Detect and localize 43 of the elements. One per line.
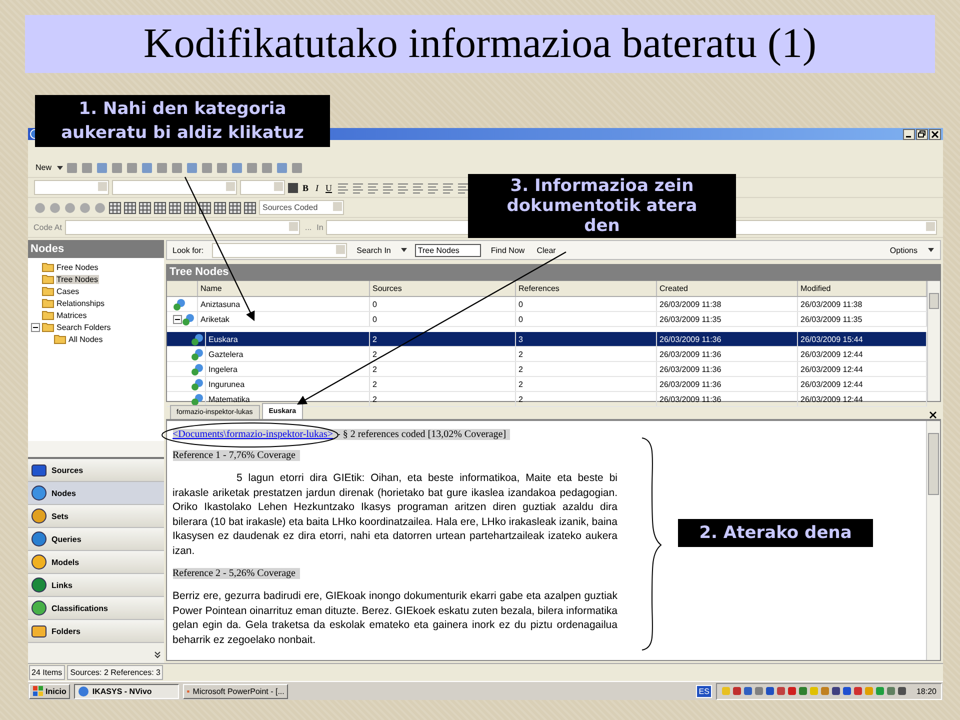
look-for-label: Look for: (172, 246, 204, 254)
table-cell: 2 (370, 332, 516, 346)
reference-text: Berriz ere, gezurra badirudi ere, GIEkoak inongo dokumenturik ekarri gabe eta azalpen guztiak Power Pointean oinarrituz eman dituzte. Berez. GIEkoek eskatu zuten bezala, bilera informatika gelan egin da. Gela traketsa da eskolak emateko eta gainera inork ez du piztu ordenagailua beharrik ez zegoelako nonbait. (172, 589, 618, 647)
table-cell: Ariketak (198, 312, 370, 326)
table-cell: 2 (370, 392, 516, 406)
in-label: In (316, 223, 324, 232)
table-cell: 0 (370, 312, 516, 326)
table-cell: 26/03/2009 11:36 (656, 347, 798, 361)
table-cell: 26/03/2009 11:36 (656, 362, 798, 376)
table-cell: 2 (516, 377, 656, 391)
annotation-tooltip: 1. Nahi den kategoria aukeratu bi aldiz klikatuz (35, 95, 330, 147)
table-cell: 3 (516, 332, 656, 346)
status-text: Sources: 2 References: 3 (67, 665, 164, 680)
table-cell: 2 (516, 362, 656, 376)
table-cell: 2 (516, 392, 656, 406)
list-title: Tree Nodes (166, 264, 940, 280)
table-cell: 0 (370, 297, 516, 311)
reference-heading: Reference 2 - 5,26% Coverage (172, 568, 300, 579)
table-cell: 2 (370, 347, 516, 361)
reference-text: 5 lagun etorri dira GIEtik: Oihan, eta beste informatikoa, Maite eta beste bi irakasle ariketak prestatzen jardun direnak (horietako bat gure ikaslea izandakoa pedagogian. Oriko Ikastolako Lehen Hezkuntzako Ikasys programan aritzen diren guztiak azaldu dira bilerara (10 bat irakasle) eta baita LHko koordinatzailea. Hala ere, LHko irakasleak izanik, baina Ikasysen ez daudenak ez dira etorri, nahi eta datorren urtean partehartzaileak izateko aukera izan. (172, 471, 618, 558)
table-cell: Ingelera (206, 362, 370, 376)
slide-title: Kodifikatutako informazioa bateratu (1) (144, 20, 816, 68)
table-cell: 2 (370, 377, 516, 391)
table-cell: Ingurunea (206, 377, 370, 391)
table-cell: 0 (516, 297, 656, 311)
clock: 18:20 (916, 686, 936, 696)
code-at-label: Code At (34, 223, 62, 232)
annotation-tooltip: 2. Aterako dena (678, 519, 873, 547)
panel-header: Nodes (28, 240, 164, 258)
table-cell: 26/03/2009 11:35 (656, 312, 798, 326)
table-cell: 26/03/2009 11:38 (656, 297, 798, 311)
table-cell: Aniztasuna (198, 297, 370, 311)
table-cell: 0 (516, 312, 656, 326)
table-cell: 2 (370, 362, 516, 376)
table-cell: Euskara (206, 332, 370, 346)
table-cell: Gaztelera (206, 347, 370, 361)
table-cell: 26/03/2009 11:36 (656, 377, 798, 391)
table-cell: 26/03/2009 11:36 (656, 392, 798, 406)
table-cell: 26/03/2009 11:36 (656, 332, 798, 346)
status-text: 24 Items (28, 665, 66, 680)
reference-heading: Reference 1 - 7,76% Coverage (172, 450, 300, 461)
annotation-tooltip: 3. Informazioa zein dokumentotik atera den (468, 174, 736, 238)
table-cell: 2 (516, 347, 656, 361)
